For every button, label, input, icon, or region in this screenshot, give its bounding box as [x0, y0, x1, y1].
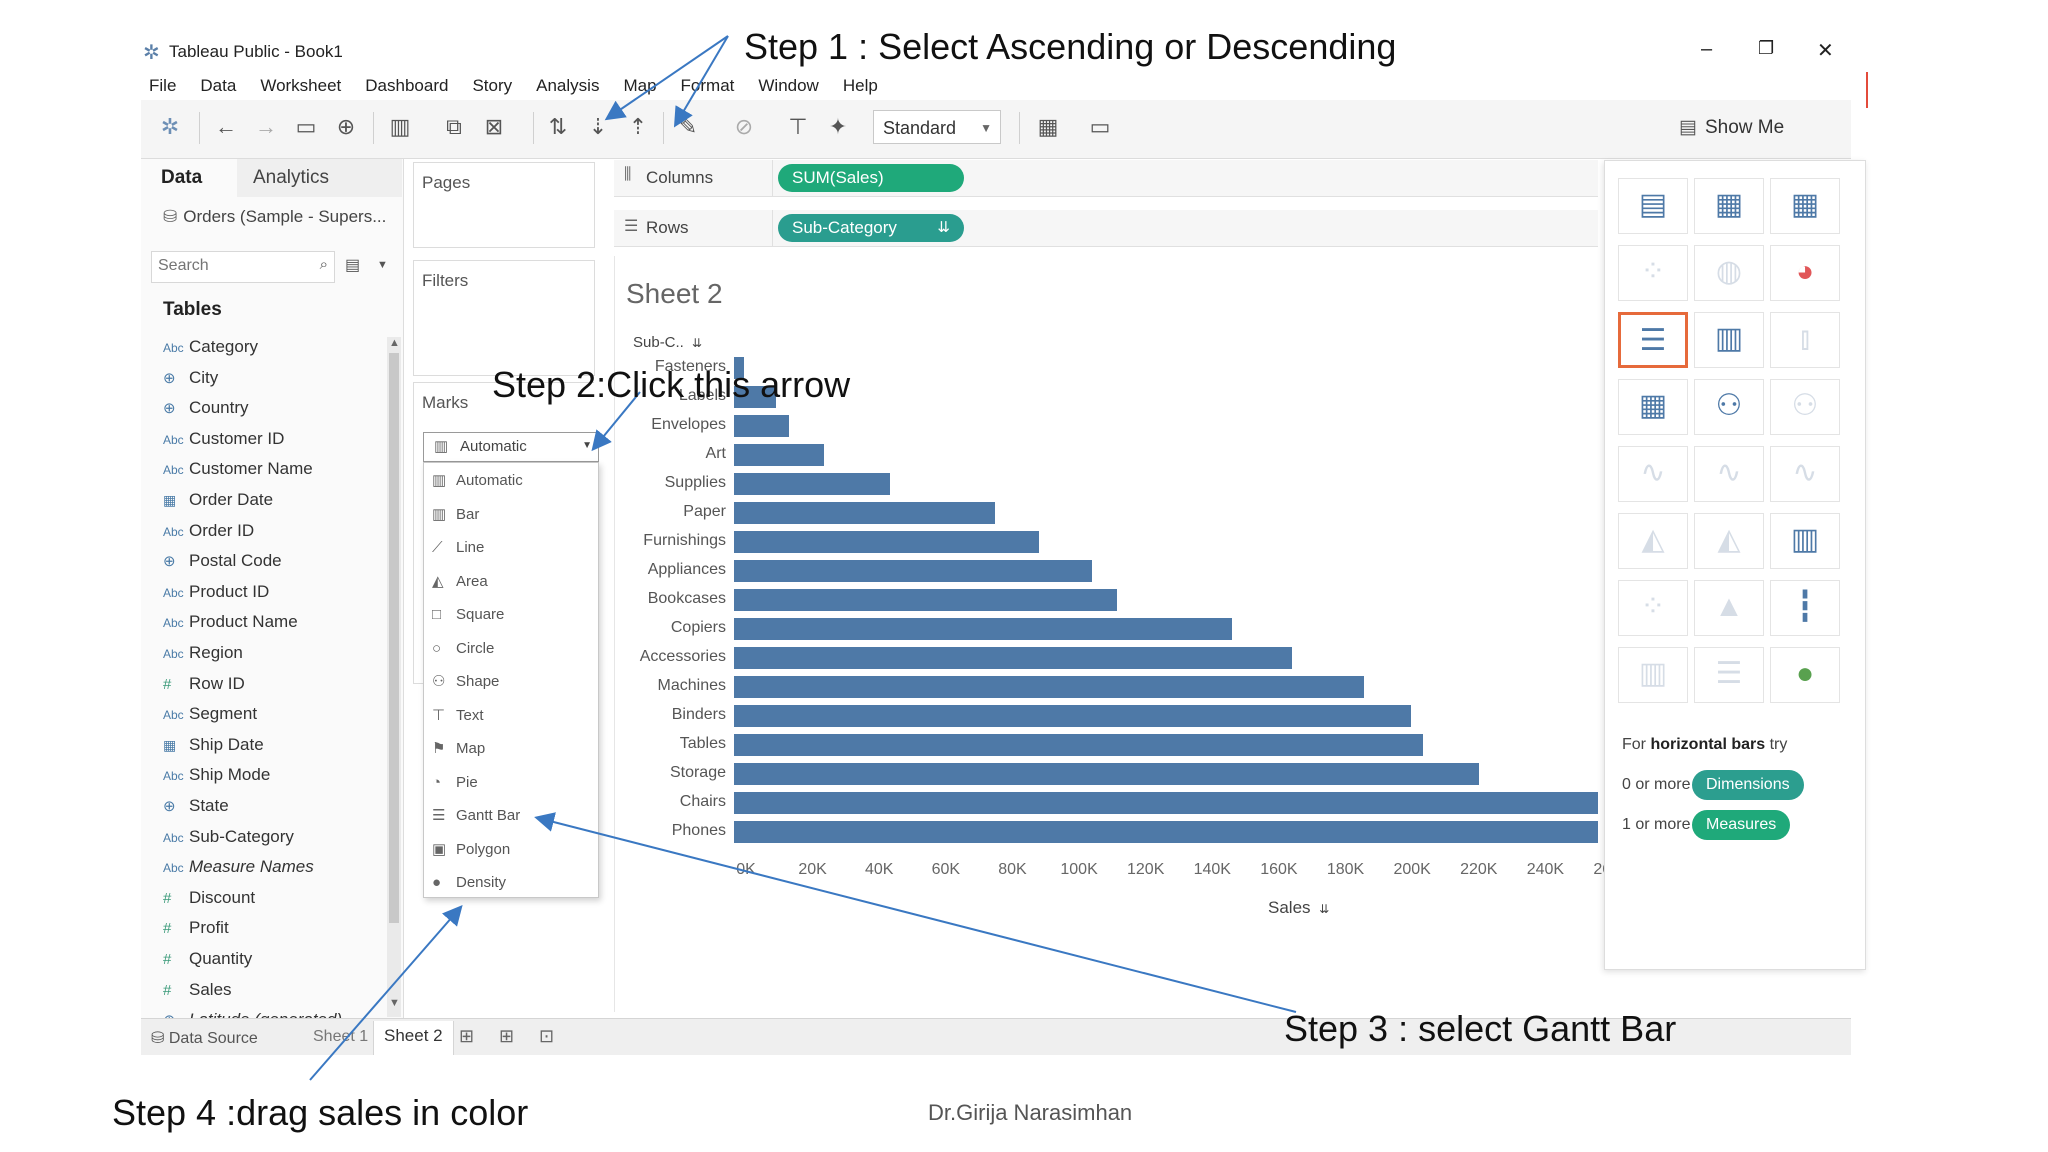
- step1-arrow-b: [673, 35, 729, 128]
- step3-note: Step 3 : select Gantt Bar: [1284, 1008, 1677, 1049]
- step4-arrow: [309, 904, 463, 1081]
- step1-arrow-a: [604, 35, 729, 121]
- annotation-arrows: [309, 35, 1297, 1081]
- step4-note: Step 4 :drag sales in color: [112, 1092, 529, 1133]
- step3-arrow: [534, 812, 1297, 1013]
- author-credit: Dr.Girija Narasimhan: [928, 1100, 1133, 1125]
- step2-note: Step 2:Click this arrow: [492, 364, 851, 405]
- step1-note: Step 1 : Select Ascending or Descending: [744, 26, 1397, 67]
